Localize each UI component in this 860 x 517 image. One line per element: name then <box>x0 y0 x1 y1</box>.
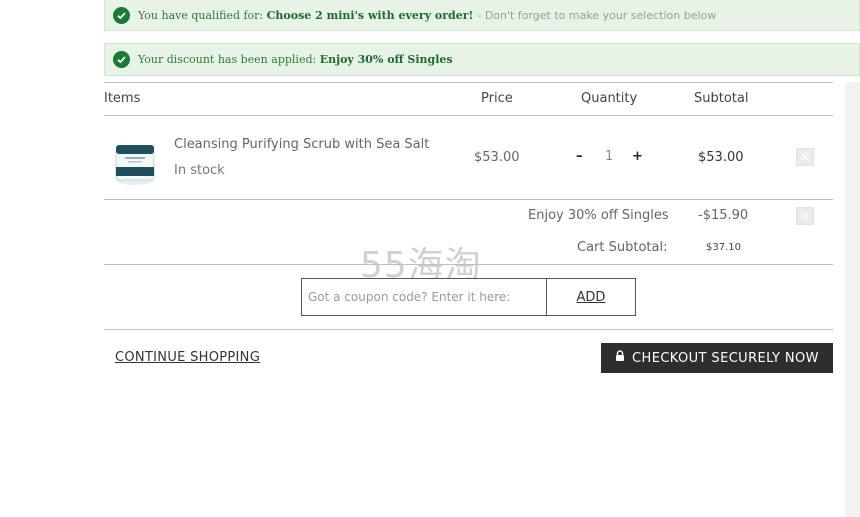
qualified-note: - Don't forget to make your selection be… <box>477 8 717 22</box>
side-panel <box>845 82 860 517</box>
product-price: $53.00 <box>474 150 520 165</box>
coupon-input[interactable] <box>301 278 547 316</box>
discount-text: Your discount has been applied: Enjoy 30… <box>138 53 453 66</box>
header-price: Price <box>481 91 513 106</box>
divider <box>104 115 833 116</box>
product-image[interactable] <box>113 140 157 186</box>
discount-banner: Your discount has been applied: Enjoy 30… <box>104 43 860 76</box>
check-circle-icon <box>113 6 130 24</box>
product-name[interactable]: Cleansing Purifying Scrub with Sea Salt <box>174 137 429 152</box>
discount-amount: -$15.90 <box>698 208 749 223</box>
qualified-text: You have qualified for: Choose 2 mini's … <box>138 8 474 22</box>
header-quantity: Quantity <box>581 91 638 106</box>
remove-icon[interactable]: × <box>796 148 814 166</box>
lock-icon <box>615 350 625 366</box>
product-subtotal: $53.00 <box>698 150 744 165</box>
checkout-label: CHECKOUT SECURELY NOW <box>632 350 819 366</box>
continue-shopping-link[interactable]: CONTINUE SHOPPING <box>115 350 260 365</box>
stock-status: In stock <box>174 163 225 178</box>
header-subtotal: Subtotal <box>694 91 749 106</box>
qualified-offer: Choose 2 mini's with every order! <box>266 8 474 22</box>
quantity-value[interactable]: 1 <box>605 149 613 164</box>
checkout-button[interactable]: CHECKOUT SECURELY NOW <box>601 343 833 373</box>
check-circle-icon <box>113 51 130 68</box>
quantity-decrease-button[interactable]: – <box>576 149 583 164</box>
remove-icon[interactable]: × <box>796 207 814 225</box>
header-items: Items <box>104 91 141 106</box>
discount-label: Enjoy 30% off Singles <box>528 208 669 223</box>
divider <box>104 199 833 200</box>
qualified-banner: You have qualified for: Choose 2 mini's … <box>104 0 860 31</box>
discount-offer: Enjoy 30% off Singles <box>319 53 453 66</box>
divider <box>104 329 833 330</box>
divider <box>104 82 833 83</box>
add-coupon-button[interactable]: ADD <box>546 278 636 316</box>
divider <box>104 264 833 265</box>
cart-subtotal-amount: $37.10 <box>706 242 741 253</box>
quantity-increase-button[interactable]: + <box>632 149 643 164</box>
cart-subtotal-label: Cart Subtotal: <box>577 240 668 255</box>
